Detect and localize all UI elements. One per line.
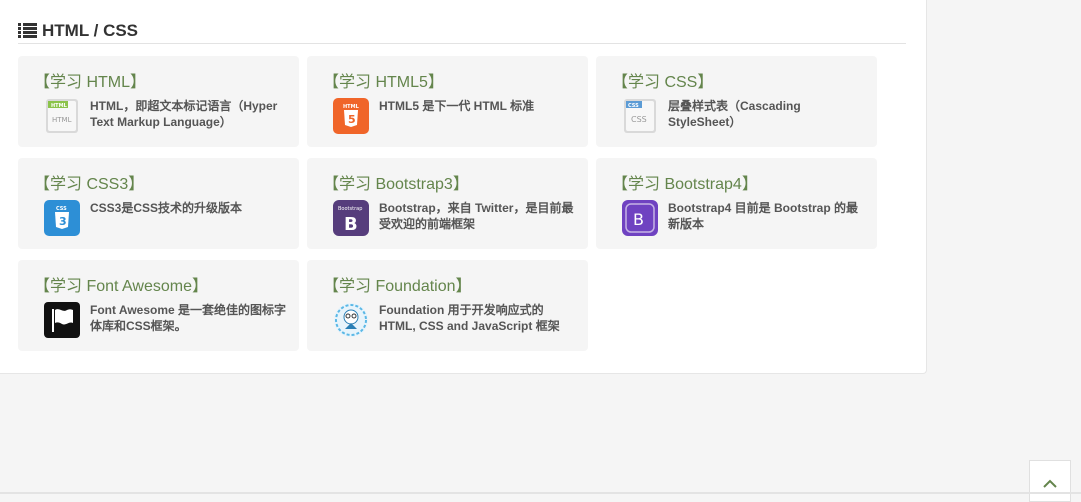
bootstrap4-icon: B (622, 200, 658, 236)
svg-text:HTML: HTML (343, 104, 360, 110)
svg-text:CSS: CSS (56, 206, 67, 212)
section-header: HTML / CSS (18, 20, 906, 44)
section-title: HTML / CSS (42, 21, 139, 40)
course-card-foundation[interactable]: 【学习 Foundation】 Foundation 用于开发响应式的 HTML… (307, 260, 588, 351)
svg-text:3: 3 (59, 215, 67, 228)
course-card-html5[interactable]: 【学习 HTML5】 HTML 5 HTML5 是下一代 HTML 标准 (307, 56, 588, 147)
card-title-link[interactable]: 【学习 CSS】 (612, 68, 713, 92)
card-description: Foundation 用于开发响应式的 HTML, CSS and JavaSc… (379, 303, 560, 333)
html-icon: HTML HTML (46, 99, 78, 133)
card-description: HTML5 是下一代 HTML 标准 (379, 99, 535, 113)
card-title-link[interactable]: 【学习 HTML】 (34, 68, 146, 92)
svg-text:CSS: CSS (628, 103, 639, 109)
svg-text:B: B (344, 214, 358, 235)
font-awesome-flag-icon (44, 302, 80, 338)
bootstrap3-icon: Bootstrap B (333, 200, 369, 236)
course-card-css3[interactable]: 【学习 CSS3】 CSS 3 CSS3是CSS技术的升级版本 (18, 158, 299, 249)
svg-text:B: B (633, 210, 644, 229)
card-description: 层叠样式表（Cascading StyleSheet） (668, 99, 801, 129)
card-title-link[interactable]: 【学习 Bootstrap4】 (612, 170, 758, 194)
card-description: CSS3是CSS技术的升级版本 (90, 201, 243, 215)
svg-text:HTML: HTML (52, 116, 72, 124)
css3-icon: CSS 3 (44, 200, 80, 236)
course-card-bootstrap3[interactable]: 【学习 Bootstrap3】 Bootstrap B Bootstrap，来自… (307, 158, 588, 249)
card-description: Font Awesome 是一套绝佳的图标字体库和CSS框架。 (90, 303, 287, 333)
back-to-top-button[interactable] (1029, 460, 1071, 502)
css-icon: CSS CSS (624, 99, 656, 133)
svg-text:Bootstrap: Bootstrap (338, 206, 362, 212)
svg-text:CSS: CSS (631, 115, 647, 124)
list-icon (18, 23, 37, 38)
course-card-html[interactable]: 【学习 HTML】 HTML HTML HTML，即超文本标记语言（Hyper … (18, 56, 299, 147)
svg-text:HTML: HTML (51, 103, 68, 109)
card-title-link[interactable]: 【学习 CSS3】 (34, 170, 144, 194)
card-title-link[interactable]: 【学习 Font Awesome】 (34, 272, 208, 296)
course-card-font-awesome[interactable]: 【学习 Font Awesome】 Font Awesome 是一套绝佳的图标字… (18, 260, 299, 351)
foundation-icon (334, 303, 368, 337)
card-title-link[interactable]: 【学习 HTML5】 (323, 68, 444, 92)
card-description: Bootstrap4 目前是 Bootstrap 的最新版本 (668, 201, 859, 231)
card-description: Bootstrap，来自 Twitter，是目前最受欢迎的前端框架 (379, 201, 574, 231)
html5-icon: HTML 5 (333, 98, 369, 134)
svg-text:5: 5 (348, 113, 356, 126)
card-title-link[interactable]: 【学习 Foundation】 (323, 272, 472, 296)
course-card-css[interactable]: 【学习 CSS】 CSS CSS 层叠样式表（Cascading StyleSh… (596, 56, 877, 147)
course-card-bootstrap4[interactable]: 【学习 Bootstrap4】 B Bootstrap4 目前是 Bootstr… (596, 158, 877, 249)
card-description: HTML，即超文本标记语言（Hyper Text Markup Language… (90, 99, 278, 129)
card-title-link[interactable]: 【学习 Bootstrap3】 (323, 170, 469, 194)
content-panel: HTML / CSS 【学习 HTML】 HTML HTML HTML，即超文本… (0, 0, 927, 374)
chevron-up-icon (1043, 479, 1057, 488)
